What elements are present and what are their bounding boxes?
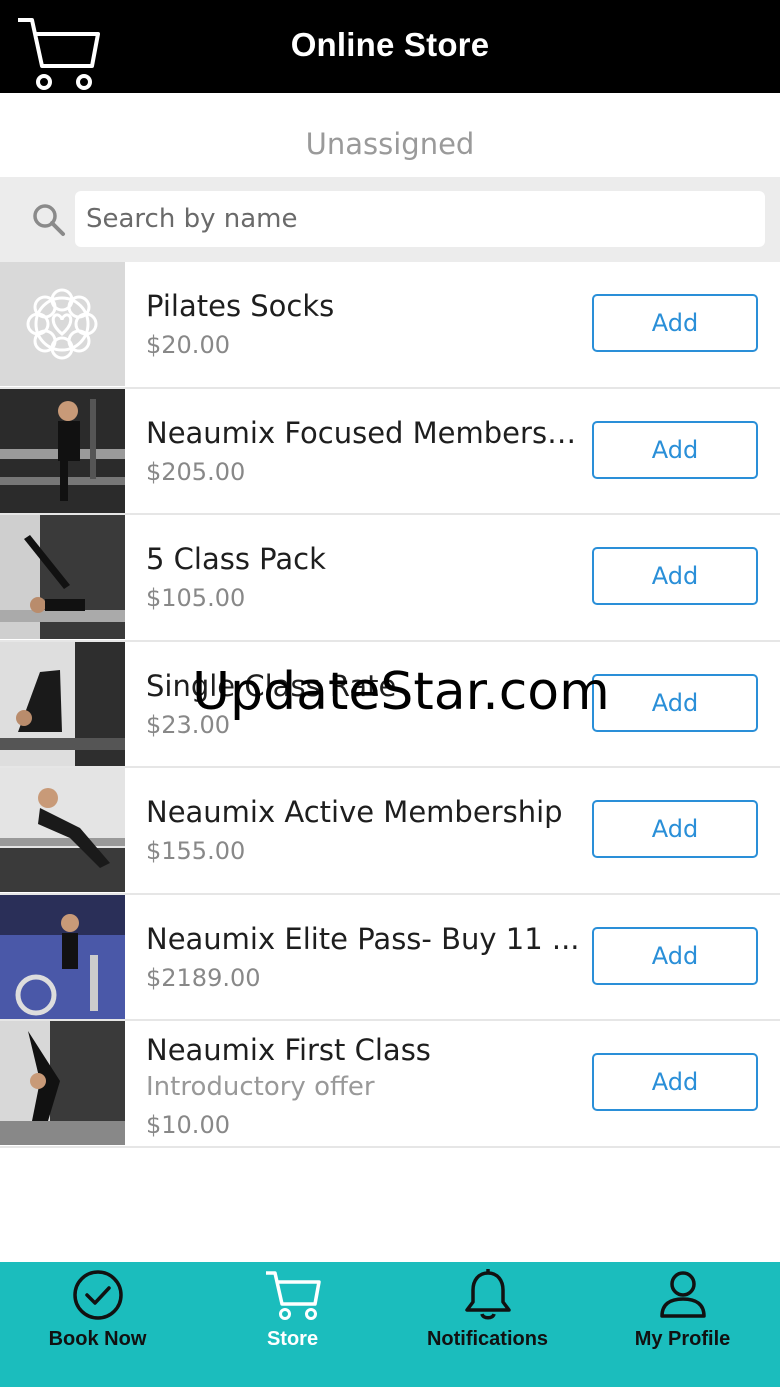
bell-icon [464,1269,511,1320]
add-button[interactable]: Add [592,1053,758,1111]
add-button[interactable]: Add [592,800,758,858]
product-price: $105.00 [146,584,246,612]
list-item[interactable]: Neaumix Focused Membersh... $205.00 Add [0,388,780,515]
product-price: $205.00 [146,457,246,486]
product-price: $10.00 [146,1111,230,1139]
add-button[interactable]: Add [592,926,758,985]
nav-my-profile[interactable]: My Profile [585,1262,780,1387]
product-name: Pilates Socks [146,289,335,323]
product-list: Pilates Socks $20.00 Add Neaumix Focused… [0,262,780,1148]
nav-notifications[interactable]: Notifications [390,1262,585,1387]
add-button[interactable]: Add [592,673,758,732]
nav-label: Store [266,1328,319,1350]
nav-book-now[interactable]: Book Now [0,1262,195,1387]
product-name: Neaumix Active Membership [146,795,563,829]
list-item[interactable]: 5 Class Pack $105.00 Add [0,515,780,642]
nav-label: Book Now [48,1328,147,1350]
product-thumbnail [0,1021,125,1145]
cart-icon [265,1271,321,1320]
product-name: Single Class Rate [146,668,397,703]
add-button[interactable]: Add [592,420,758,479]
bottom-nav: Book Now Store Notifications My Profile [0,1262,780,1387]
nav-label: Notifications [426,1328,549,1350]
product-price: $155.00 [146,837,246,865]
add-button[interactable]: Add [592,294,758,352]
product-name: Neaumix Elite Pass- Buy 11 ... [146,921,580,956]
product-price: $20.00 [146,331,230,359]
product-price: $23.00 [146,710,230,739]
app-header: Online Store [0,0,780,93]
search-bar [0,177,780,263]
search-icon [33,204,65,236]
logo-icon [26,288,98,360]
product-name: 5 Class Pack [146,542,326,576]
nav-store[interactable]: Store [195,1262,390,1387]
list-item[interactable]: Neaumix Elite Pass- Buy 11 ... $2189.00 … [0,894,780,1021]
search-input[interactable] [75,191,765,247]
product-thumbnail [0,768,125,892]
check-circle-icon [72,1270,123,1320]
product-thumbnail [0,894,125,1019]
nav-label: My Profile [634,1328,731,1350]
list-item[interactable]: Single Class Rate $23.00 Add [0,641,780,768]
product-name: Neaumix Focused Membersh... [146,415,586,450]
user-icon [659,1271,706,1318]
product-thumbnail [0,388,125,513]
product-name: Neaumix First Class [146,1033,431,1067]
page-title: Online Store [290,26,490,63]
product-subtitle: Introductory offer [146,1072,375,1102]
product-thumbnail [0,515,125,639]
list-item[interactable]: Pilates Socks $20.00 Add [0,262,780,389]
assignment-label[interactable]: Unassigned [0,93,780,177]
list-item[interactable]: Neaumix First Class Introductory offer $… [0,1021,780,1148]
product-thumbnail [0,641,125,766]
product-price: $2189.00 [146,963,261,992]
product-thumbnail [0,262,125,386]
add-button[interactable]: Add [592,547,758,605]
list-item[interactable]: Neaumix Active Membership $155.00 Add [0,768,780,895]
